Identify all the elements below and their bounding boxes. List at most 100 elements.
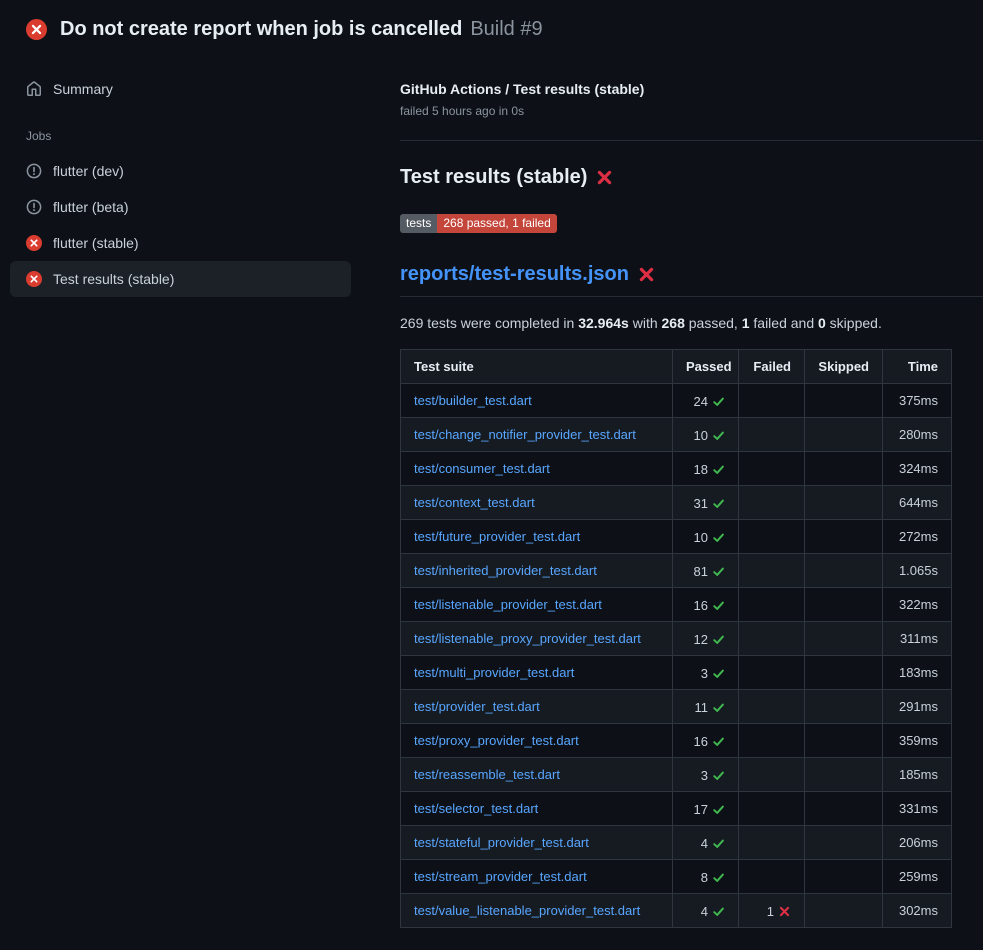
sidebar-item-flutter-dev[interactable]: flutter (dev) <box>10 153 351 189</box>
report-link[interactable]: reports/test-results.json <box>400 263 629 286</box>
table-body: test/builder_test.dart24375mstest/change… <box>401 384 952 928</box>
table-row: test/stream_provider_test.dart 8 259ms <box>401 860 952 894</box>
failed-cell <box>739 690 805 724</box>
passed-cell: 4 <box>673 894 739 928</box>
test-suite-cell: test/consumer_test.dart <box>401 452 673 486</box>
time-cell: 311ms <box>883 622 952 656</box>
test-suite-link[interactable]: test/provider_test.dart <box>414 699 540 714</box>
divider <box>400 140 983 141</box>
skipped-cell <box>805 384 883 418</box>
skipped-cell <box>805 724 883 758</box>
failed-cell <box>739 792 805 826</box>
skipped-cell <box>805 690 883 724</box>
test-suite-cell: test/future_provider_test.dart <box>401 520 673 554</box>
sidebar-item-label: flutter (beta) <box>53 199 128 215</box>
passed-cell: 81 <box>673 554 739 588</box>
time-cell: 375ms <box>883 384 952 418</box>
time-cell: 359ms <box>883 724 952 758</box>
table-row: test/future_provider_test.dart10272ms <box>401 520 952 554</box>
passed-cell: 11 <box>673 690 739 724</box>
table-row: test/listenable_provider_test.dart16322m… <box>401 588 952 622</box>
passed-cell: 3 <box>673 758 739 792</box>
failed-cell <box>739 826 805 860</box>
table-row: test/change_notifier_provider_test.dart 1… <box>401 418 952 452</box>
test-suite-link[interactable]: test/stream_provider_test.dart <box>414 869 587 884</box>
passed-cell: 17 <box>673 792 739 826</box>
test-suite-link[interactable]: test/selector_test.dart <box>414 801 538 816</box>
failed-cell <box>739 384 805 418</box>
page-title: Do not create report when job is cancell… <box>60 18 462 41</box>
table-row: test/context_test.dart31644ms <box>401 486 952 520</box>
test-suite-link[interactable]: test/inherited_provider_test.dart <box>414 563 597 578</box>
column-header-test-suite: Test suite <box>401 350 673 384</box>
test-suite-link[interactable]: test/stateful_provider_test.dart <box>414 835 589 850</box>
test-suite-link[interactable]: test/listenable_proxy_provider_test.dart <box>414 631 641 646</box>
test-suite-link[interactable]: test/multi_provider_test.dart <box>414 665 574 680</box>
sidebar-item-summary[interactable]: Summary <box>10 71 351 107</box>
test-suite-cell: test/multi_provider_test.dart <box>401 656 673 690</box>
test-suite-cell: test/builder_test.dart <box>401 384 673 418</box>
table-row: test/inherited_provider_test.dart 81 1.065… <box>401 554 952 588</box>
time-cell: 1.065s <box>883 554 952 588</box>
test-suite-link[interactable]: test/context_test.dart <box>414 495 535 510</box>
time-cell: 302ms <box>883 894 952 928</box>
passed-cell: 10 <box>673 520 739 554</box>
failed-cell <box>739 724 805 758</box>
failed-cell <box>739 622 805 656</box>
table-row: test/provider_test.dart 11 291ms <box>401 690 952 724</box>
test-suite-link[interactable]: test/listenable_provider_test.dart <box>414 597 602 612</box>
tests-badge: tests 268 passed, 1 failed <box>400 214 557 233</box>
time-cell: 324ms <box>883 452 952 486</box>
test-results-table: Test suitePassedFailedSkippedTime test/b… <box>400 349 952 928</box>
table-row: test/listenable_proxy_provider_test.dart… <box>401 622 952 656</box>
skipped-cell <box>805 622 883 656</box>
test-suite-link[interactable]: test/reassemble_test.dart <box>414 767 560 782</box>
summary-text: 269 tests were completed in 32.964s with… <box>400 315 983 331</box>
time-cell: 183ms <box>883 656 952 690</box>
time-cell: 259ms <box>883 860 952 894</box>
test-suite-cell: test/listenable_provider_test.dart <box>401 588 673 622</box>
failed-cell <box>739 554 805 588</box>
jobs-list: flutter (dev) flutter (beta) flutter (stab… <box>10 153 351 297</box>
check-run-header: Do not create report when job is cancell… <box>0 0 983 49</box>
failed-cell <box>739 860 805 894</box>
skipped-cell <box>805 452 883 486</box>
test-suite-cell: test/context_test.dart <box>401 486 673 520</box>
passed-cell: 4 <box>673 826 739 860</box>
time-cell: 331ms <box>883 792 952 826</box>
jobs-section-label: Jobs <box>10 107 351 153</box>
time-cell: 644ms <box>883 486 952 520</box>
time-cell: 291ms <box>883 690 952 724</box>
failed-cell <box>739 520 805 554</box>
time-cell: 206ms <box>883 826 952 860</box>
test-suite-link[interactable]: test/future_provider_test.dart <box>414 529 580 544</box>
report-title: reports/test-results.json <box>400 263 983 297</box>
test-suite-link[interactable]: test/value_listenable_provider_test.dart <box>414 903 640 918</box>
build-number: Build #9 <box>470 18 542 41</box>
passed-cell: 8 <box>673 860 739 894</box>
test-suite-link[interactable]: test/proxy_provider_test.dart <box>414 733 579 748</box>
test-suite-cell: test/value_listenable_provider_test.dart <box>401 894 673 928</box>
test-suite-link[interactable]: test/change_notifier_provider_test.dart <box>414 427 636 442</box>
test-suite-link[interactable]: test/builder_test.dart <box>414 393 532 408</box>
table-row: test/builder_test.dart24375ms <box>401 384 952 418</box>
test-suite-cell: test/provider_test.dart <box>401 690 673 724</box>
skipped-cell <box>805 486 883 520</box>
failed-icon <box>26 271 42 287</box>
passed-cell: 10 <box>673 418 739 452</box>
skipped-cell <box>805 758 883 792</box>
sidebar-item-flutter-beta[interactable]: flutter (beta) <box>10 189 351 225</box>
time-cell: 185ms <box>883 758 952 792</box>
test-suite-link[interactable]: test/consumer_test.dart <box>414 461 550 476</box>
run-status-line: failed 5 hours ago in 0s <box>400 104 983 118</box>
sidebar-item-label: flutter (stable) <box>53 235 139 251</box>
test-suite-cell: test/selector_test.dart <box>401 792 673 826</box>
skipped-cell <box>805 826 883 860</box>
sidebar-item-test-results-stable[interactable]: Test results (stable) <box>10 261 351 297</box>
sidebar-item-flutter-stable[interactable]: flutter (stable) <box>10 225 351 261</box>
passed-cell: 16 <box>673 588 739 622</box>
column-header-time: Time <box>883 350 952 384</box>
breadcrumb: GitHub Actions / Test results (stable) <box>400 81 983 97</box>
column-header-passed: Passed <box>673 350 739 384</box>
cross-mark-icon <box>596 169 613 186</box>
